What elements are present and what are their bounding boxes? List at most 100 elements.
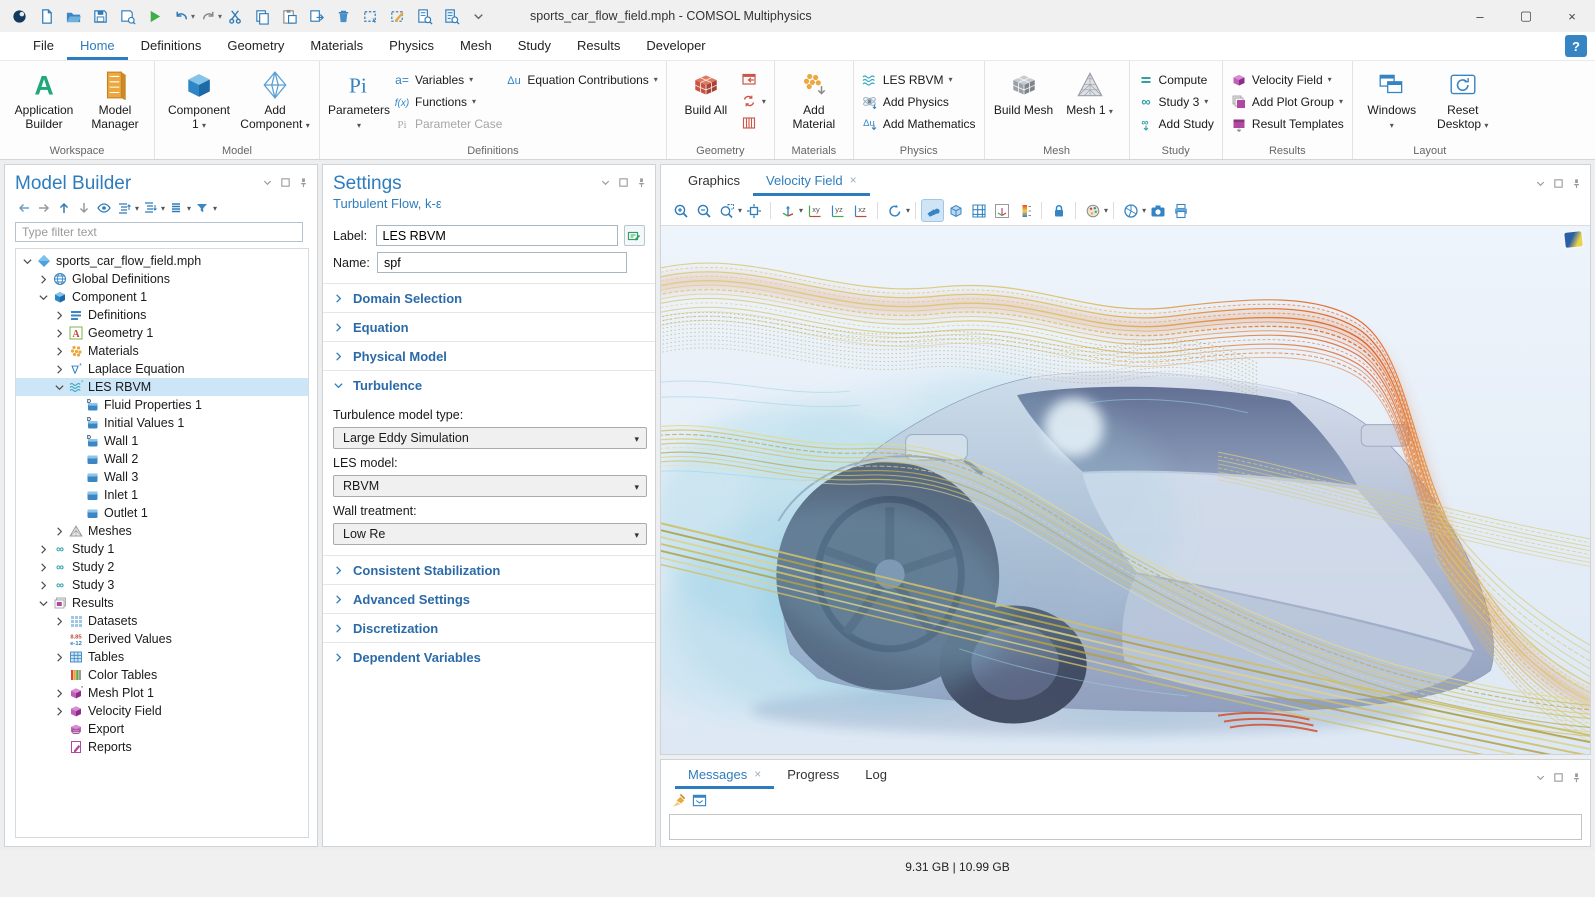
chevron-right-icon[interactable] [52, 328, 67, 339]
chevron-right-icon[interactable] [52, 364, 67, 375]
chevron-right-icon[interactable] [52, 346, 67, 357]
chevron-down-icon[interactable] [52, 382, 67, 393]
add-study-button[interactable]: ∞Add Study [1138, 115, 1214, 132]
menu-tab-physics[interactable]: Physics [376, 32, 447, 60]
menu-tab-file[interactable]: File [20, 32, 67, 60]
physics-interface-button[interactable]: LES RBVM▾ [862, 71, 976, 88]
expand-all-icon[interactable] [141, 199, 159, 217]
zoom-box-button[interactable] [715, 199, 738, 222]
chevron-right-icon[interactable] [52, 652, 67, 663]
parameter-case-button[interactable]: PiParameter Case [394, 115, 502, 132]
compute-button[interactable]: Compute [1138, 71, 1214, 88]
mesh-select-button[interactable]: Mesh 1 ▾ [1059, 64, 1121, 143]
add-physics-button[interactable]: Add Physics [862, 93, 976, 110]
pin-icon[interactable] [636, 177, 647, 188]
float-panel-icon[interactable] [618, 177, 629, 188]
move-up-icon[interactable] [55, 199, 73, 217]
open-file-icon[interactable] [60, 3, 87, 29]
menu-tab-mesh[interactable]: Mesh [447, 32, 505, 60]
back-icon[interactable] [15, 199, 33, 217]
chevron-down-icon[interactable] [36, 292, 51, 303]
chevron-right-icon[interactable] [52, 706, 67, 717]
tree-item-component-1[interactable]: Component 1 [16, 288, 308, 306]
show-icon[interactable] [95, 199, 113, 217]
chevron-right-icon[interactable] [52, 310, 67, 321]
tree-item-reports[interactable]: Reports [16, 738, 308, 756]
section-domain-selection[interactable]: Domain Selection [323, 283, 655, 312]
menu-tab-materials[interactable]: Materials [297, 32, 376, 60]
run-icon[interactable] [141, 3, 168, 29]
tree-item-wall-3[interactable]: Wall 3 [16, 468, 308, 486]
save-icon[interactable] [87, 3, 114, 29]
chevron-right-icon[interactable] [52, 616, 67, 627]
view-xy-button[interactable]: xy [803, 199, 826, 222]
section-physical-model[interactable]: Physical Model [323, 341, 655, 370]
messages-tab-progress[interactable]: Progress [774, 760, 852, 789]
tree-item-derived-values[interactable]: 8.85e-12Derived Values [16, 630, 308, 648]
chevron-right-icon[interactable] [36, 544, 51, 555]
open-messages-window-icon[interactable] [692, 793, 707, 808]
model-manager-button[interactable]: Model Manager [84, 64, 146, 143]
scene-light-button[interactable] [921, 199, 944, 222]
turbulence-model-type-select[interactable]: Large Eddy Simulation▾ [333, 427, 647, 449]
plot-group-select-button[interactable]: Velocity Field▾ [1231, 71, 1344, 88]
dropdown-caret-icon[interactable]: ▾ [187, 204, 191, 213]
lock-button[interactable] [1047, 199, 1070, 222]
tree-item-geometry-1[interactable]: AGeometry 1 [16, 324, 308, 342]
tree-item-global-definitions[interactable]: Global Definitions [16, 270, 308, 288]
paste-icon[interactable] [276, 3, 303, 29]
dropdown-caret-icon[interactable]: ▾ [161, 204, 165, 213]
color-legend-button[interactable] [1013, 199, 1036, 222]
cut-icon[interactable] [222, 3, 249, 29]
tree-item-results[interactable]: Results [16, 594, 308, 612]
application-builder-button[interactable]: A Application Builder [8, 64, 80, 143]
variables-button[interactable]: a=Variables▾ [394, 71, 502, 88]
panel-menu-icon[interactable] [1535, 772, 1546, 783]
delete-icon[interactable] [330, 3, 357, 29]
tree-item-study-2[interactable]: ∞Study 2 [16, 558, 308, 576]
tree-item-datasets[interactable]: Datasets [16, 612, 308, 630]
save-preview-icon[interactable] [114, 3, 141, 29]
plot-thumbnail-icon[interactable] [1564, 231, 1582, 248]
chevron-down-icon[interactable] [20, 256, 35, 267]
forward-icon[interactable] [35, 199, 53, 217]
dropdown-caret-icon[interactable]: ▾ [1104, 206, 1108, 215]
transparency-button[interactable] [944, 199, 967, 222]
label-input[interactable] [376, 225, 618, 246]
dropdown-caret-icon[interactable]: ▾ [135, 204, 139, 213]
view-yz-button[interactable]: yz [826, 199, 849, 222]
pin-icon[interactable] [1571, 178, 1582, 189]
update-geometry-button[interactable]: ▾ [741, 92, 766, 110]
section-discretization[interactable]: Discretization [323, 613, 655, 642]
chevron-down-icon[interactable] [36, 598, 51, 609]
maximize-icon[interactable]: ▢ [1503, 0, 1549, 32]
help-button[interactable]: ? [1565, 35, 1587, 57]
node-grouping-icon[interactable] [167, 199, 185, 217]
add-plot-group-button[interactable]: Add Plot Group▾ [1231, 93, 1344, 110]
menu-tab-geometry[interactable]: Geometry [214, 32, 297, 60]
chevron-right-icon[interactable] [36, 274, 51, 285]
view-xz-button[interactable]: xz [849, 199, 872, 222]
rotate-button[interactable] [883, 199, 906, 222]
axes-button[interactable] [990, 199, 1013, 222]
copy-icon[interactable] [249, 3, 276, 29]
camera-button[interactable] [1146, 199, 1169, 222]
zoom-in-button[interactable] [669, 199, 692, 222]
import-geometry-button[interactable] [741, 70, 766, 88]
move-down-icon[interactable] [75, 199, 93, 217]
partition-geometry-button[interactable] [741, 114, 766, 132]
rename-button[interactable] [624, 225, 645, 246]
tree-item-tables[interactable]: Tables [16, 648, 308, 666]
tree-filter-input[interactable] [15, 222, 303, 242]
menu-tab-results[interactable]: Results [564, 32, 633, 60]
add-material-button[interactable]: Add Material [783, 64, 845, 143]
messages-tab-log[interactable]: Log [852, 760, 900, 789]
tree-item-definitions[interactable]: Definitions [16, 306, 308, 324]
qat-more-icon[interactable] [465, 3, 492, 29]
functions-button[interactable]: f(x)Functions▾ [394, 93, 502, 110]
add-component-button[interactable]: Add Component ▾ [239, 64, 311, 143]
duplicate-icon[interactable] [303, 3, 330, 29]
filter-icon[interactable] [193, 199, 211, 217]
section-consistent-stabilization[interactable]: Consistent Stabilization [323, 555, 655, 584]
graphics-viewport[interactable] [661, 226, 1590, 754]
